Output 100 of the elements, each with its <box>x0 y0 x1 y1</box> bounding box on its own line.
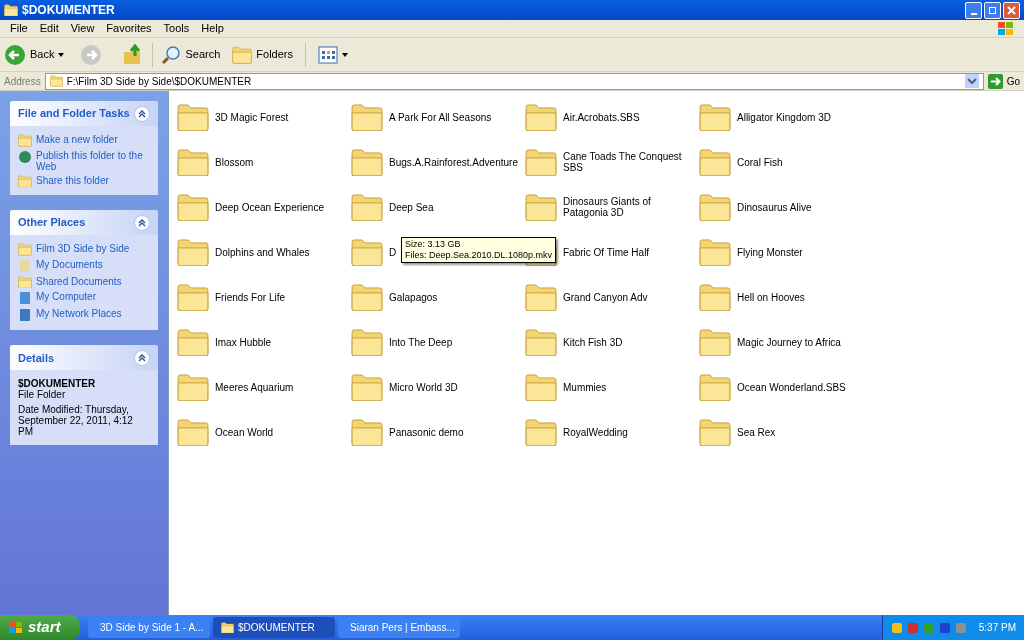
folder-icon <box>699 372 731 402</box>
folder-icon <box>232 45 253 64</box>
folder-icon <box>525 102 557 132</box>
folder-name[interactable]: Micro World 3D <box>389 381 515 393</box>
folder-icon <box>525 372 557 402</box>
collapse-button[interactable] <box>134 214 150 231</box>
windows-logo-icon <box>8 620 24 635</box>
folder-icon <box>525 282 557 312</box>
panel-title: Other Places <box>18 215 86 231</box>
folder-name[interactable]: A Park For All Seasons <box>389 111 515 123</box>
start-button[interactable]: start <box>0 615 80 640</box>
folder-name[interactable]: 3D Magic Forest <box>215 111 341 123</box>
folder-icon <box>699 102 731 132</box>
folder-icon <box>177 237 209 267</box>
folder-name[interactable]: Alligator Kingdom 3D <box>737 111 863 123</box>
task-link[interactable]: Publish this folder to the Web <box>36 149 150 172</box>
menu-item[interactable]: Help <box>195 20 230 37</box>
folder-name[interactable]: Air.Acrobats.SBS <box>563 111 689 123</box>
folder-name[interactable]: Kitch Fish 3D <box>563 336 689 348</box>
folder-name[interactable]: Dinosaurs Giants of Patagonia 3D <box>563 196 689 218</box>
folder-icon <box>18 275 32 289</box>
folder-icon <box>18 134 32 147</box>
details-type: File Folder <box>18 389 67 401</box>
folder-name[interactable]: Sea Rex <box>737 426 863 438</box>
folder-name[interactable]: Meeres Aquarium <box>215 381 341 393</box>
windows-logo-icon <box>996 20 1016 37</box>
menu-item[interactable]: View <box>64 20 101 37</box>
folder-name[interactable]: Ocean World <box>215 426 341 438</box>
dropdown-icon[interactable] <box>964 74 979 88</box>
window-title: $DOKUMENTER <box>22 2 115 19</box>
taskbar-button[interactable]: $DOKUMENTER <box>213 617 335 638</box>
details-name: $DOKUMENTER <box>18 378 97 390</box>
task-link[interactable]: Film 3D Side by Side <box>36 243 130 255</box>
folder-icon <box>177 282 209 312</box>
folder-name[interactable]: Into The Deep <box>389 336 515 348</box>
document-icon <box>18 258 32 273</box>
collapse-button[interactable] <box>134 105 150 122</box>
task-link[interactable]: Shared Documents <box>36 275 122 287</box>
folder-name[interactable]: Grand Canyon Adv <box>563 291 689 303</box>
folder-icon <box>351 102 383 132</box>
folder-icon <box>221 621 234 634</box>
folder-name[interactable]: Dinosaurus Alive <box>737 201 863 213</box>
taskbar-button[interactable]: 3D Side by Side 1 - A... <box>88 617 210 638</box>
folder-icon <box>699 237 731 267</box>
menu-item[interactable]: Favorites <box>100 20 158 37</box>
view-grid-icon <box>318 45 338 64</box>
folder-icon <box>525 192 557 222</box>
folder-icon <box>18 243 32 256</box>
menu-item[interactable]: Edit <box>33 20 65 37</box>
search-button[interactable]: Search <box>161 44 221 65</box>
caret-icon <box>58 52 65 57</box>
folder-name[interactable]: Mummies <box>563 381 689 393</box>
folder-name[interactable]: Hell on Hooves <box>737 291 863 303</box>
folder-name[interactable]: Friends For Life <box>215 291 341 303</box>
task-link[interactable]: Make a new folder <box>36 134 118 145</box>
folder-icon <box>177 192 209 222</box>
folder-name[interactable]: Galapagos <box>389 291 515 303</box>
folder-name[interactable]: Deep Ocean Experience <box>215 201 341 213</box>
restore-button[interactable] <box>984 1 1001 19</box>
task-link[interactable]: Share this folder <box>36 174 109 186</box>
folder-name[interactable]: Flying Monster <box>737 246 863 258</box>
folder-icon <box>177 372 209 402</box>
folder-name[interactable]: Coral Fish <box>737 156 863 168</box>
collapse-button[interactable] <box>134 349 150 366</box>
folder-icon <box>525 417 557 447</box>
folder-name[interactable]: Blossom <box>215 156 341 168</box>
folder-name[interactable]: Dolphins and Whales <box>215 246 341 258</box>
folders-button[interactable]: Folders <box>232 45 293 64</box>
go-button[interactable]: Go <box>987 73 1020 89</box>
folder-icon <box>18 174 32 188</box>
menu-item[interactable]: File <box>4 20 34 37</box>
folder-name[interactable]: Panasonic demo <box>389 426 515 438</box>
folder-name[interactable]: Ocean Wonderland.SBS <box>737 381 863 393</box>
task-link[interactable]: My Computer <box>36 291 96 303</box>
folder-name[interactable]: Imax Hubble <box>215 336 341 348</box>
minimize-button[interactable] <box>965 1 982 19</box>
folder-icon <box>177 102 209 132</box>
task-link[interactable]: My Network Places <box>36 308 122 320</box>
task-link[interactable]: My Documents <box>36 258 103 270</box>
folder-name[interactable]: RoyalWedding <box>563 426 689 438</box>
address-field[interactable]: F:\Film 3D Side by Side\$DOKUMENTER <box>44 72 984 90</box>
folder-icon <box>525 147 557 177</box>
folder-icon <box>49 75 63 87</box>
views-button[interactable] <box>318 45 348 64</box>
menu-item[interactable]: Tools <box>157 20 196 37</box>
folder-name[interactable]: Deep Sea <box>389 201 515 213</box>
folder-name[interactable]: Magic Journey to Africa <box>737 336 863 348</box>
folder-name[interactable]: Fabric Of Time Half <box>563 246 689 258</box>
back-button[interactable]: Back <box>4 43 69 66</box>
taskbar-button[interactable]: Siaran Pers | Embass... <box>338 617 460 638</box>
folder-icon <box>4 3 18 17</box>
close-button[interactable] <box>1003 1 1020 19</box>
address-label: Address <box>4 74 41 89</box>
folder-icon <box>699 282 731 312</box>
panel-title: File and Folder Tasks <box>18 106 130 122</box>
folder-icon <box>699 192 731 222</box>
folder-icon <box>351 147 383 177</box>
folder-name[interactable]: Cane Toads The Conquest SBS <box>563 151 689 173</box>
folder-icon <box>699 417 731 447</box>
folder-icon <box>351 327 383 357</box>
